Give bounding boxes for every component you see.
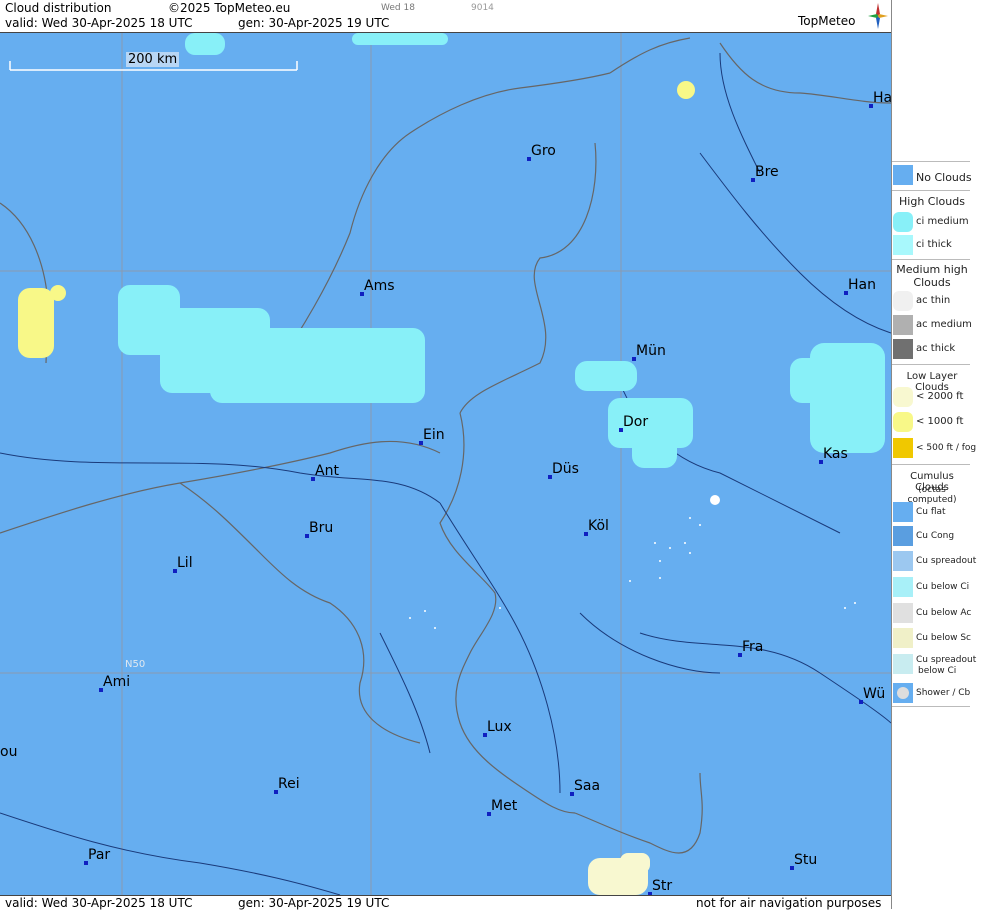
legend-panel: No Clouds High Clouds ci medium ci thick…: [891, 0, 983, 909]
low-2000ft-clouds: [588, 853, 650, 895]
lat-lon-grid: [0, 33, 891, 895]
copyright: ©2025 TopMeteo.eu: [168, 1, 291, 15]
footer-valid: valid: Wed 30-Apr-2025 18 UTC: [5, 896, 193, 910]
map-graphics: [0, 33, 891, 895]
scale-label: 200 km: [126, 52, 180, 67]
borders: [0, 37, 891, 854]
legend-medium-title: Medium high Clouds: [896, 263, 968, 289]
map-title: Cloud distribution: [5, 1, 112, 15]
topmeteo-logo: TopMeteo: [798, 14, 856, 28]
legend-high-title: High Clouds: [899, 195, 965, 208]
footer-gen: gen: 30-Apr-2025 19 UTC: [238, 896, 390, 910]
latitude-label: N50: [125, 659, 146, 670]
compass-logo-icon: [868, 3, 888, 29]
cumulus-dots: [409, 495, 856, 629]
footer-bar: valid: Wed 30-Apr-2025 18 UTC gen: 30-Ap…: [0, 895, 891, 910]
small-code: 9014: [471, 3, 494, 13]
footer-note: not for air navigation purposes: [696, 896, 882, 910]
ci-medium-clouds: [118, 33, 885, 468]
header-bar: Cloud distribution ©2025 TopMeteo.eu Wed…: [0, 0, 891, 33]
valid-time: valid: Wed 30-Apr-2025 18 UTC: [5, 16, 193, 30]
gen-time: gen: 30-Apr-2025 19 UTC: [238, 16, 390, 30]
cloud-map[interactable]: 200 km N50 Gro Bre Ha Ams Han Mün Dor Ei…: [0, 33, 891, 895]
small-day: Wed 18: [381, 3, 415, 13]
